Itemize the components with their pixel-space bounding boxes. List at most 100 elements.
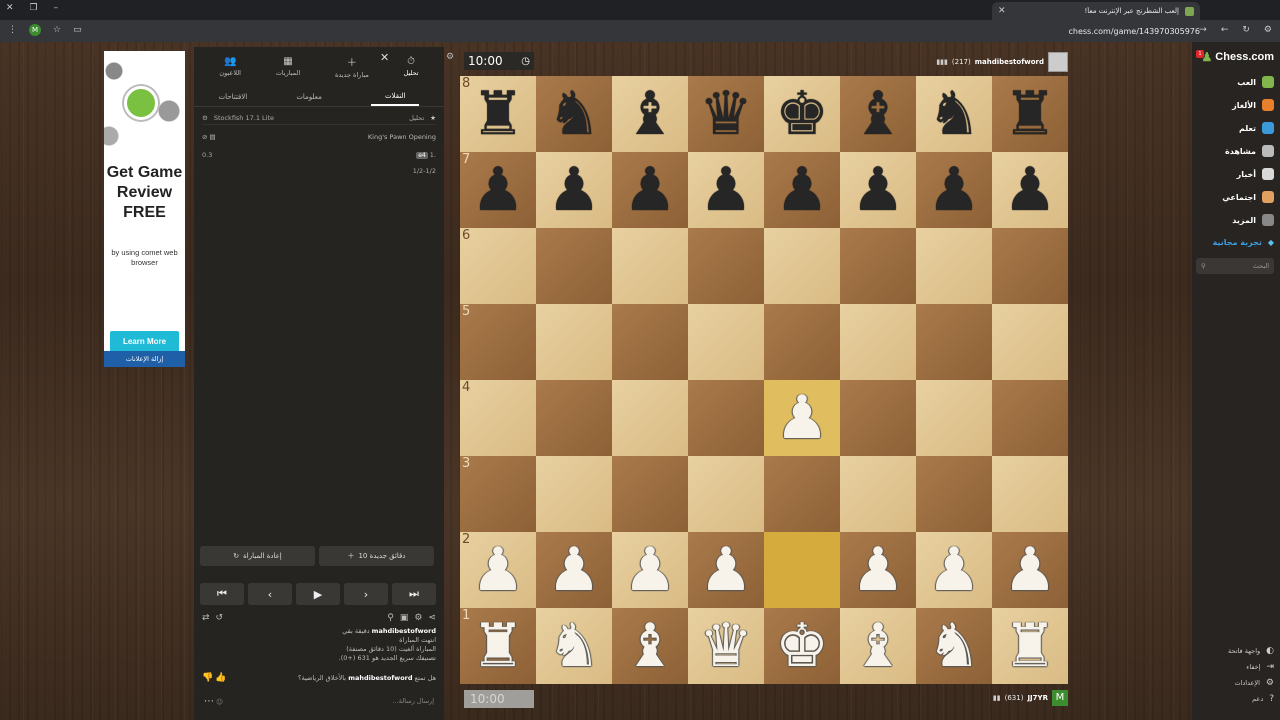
black-pawn[interactable]: ♟ [471, 160, 525, 220]
nav-item-watch[interactable]: مشاهدة [1225, 145, 1274, 157]
tab-games[interactable]: ▦ المباريات [276, 56, 301, 77]
white-knight[interactable]: ♞ [547, 616, 601, 676]
square-g6[interactable] [916, 228, 992, 304]
reload-icon[interactable]: ↻ [1242, 25, 1250, 35]
black-pawn[interactable]: ♟ [699, 160, 753, 220]
bookmark-star-icon[interactable]: ☆ [53, 25, 61, 35]
thumbs-down-icon[interactable]: 👎 [202, 673, 213, 683]
square-g5[interactable] [916, 304, 992, 380]
rematch-button[interactable]: ↻ إعادة المباراة [200, 546, 315, 566]
square-f5[interactable] [840, 304, 916, 380]
square-f4[interactable] [840, 380, 916, 456]
square-e7[interactable]: ♟ [764, 152, 840, 228]
square-c1[interactable]: ♝ [612, 608, 688, 684]
square-c7[interactable]: ♟ [612, 152, 688, 228]
square-g4[interactable] [916, 380, 992, 456]
flip-board-icon[interactable]: ⇄ [202, 613, 210, 623]
tab-players[interactable]: 👥 اللاعبون [219, 56, 241, 77]
nav-search-input[interactable]: البحث ⚲ [1196, 258, 1274, 274]
white-queen[interactable]: ♛ [699, 616, 753, 676]
black-knight[interactable]: ♞ [927, 84, 981, 144]
move-white[interactable]: e4 [416, 152, 428, 159]
white-pawn[interactable]: ♟ [1003, 540, 1057, 600]
tab-new-game[interactable]: ＋ مباراة جديدة [335, 54, 369, 79]
square-f1[interactable]: ♝ [840, 608, 916, 684]
black-pawn[interactable]: ♟ [775, 160, 829, 220]
learn-more-button[interactable]: Learn More [110, 331, 179, 353]
square-d3[interactable] [688, 456, 764, 532]
nav-item-news[interactable]: أخبار [1237, 168, 1274, 180]
new-game-button[interactable]: ＋ 10 دقائق جديدة [319, 546, 434, 566]
square-e5[interactable] [764, 304, 840, 380]
square-d5[interactable] [688, 304, 764, 380]
white-pawn[interactable]: ♟ [775, 388, 829, 448]
forward-icon[interactable]: → [1199, 25, 1207, 35]
square-a8[interactable]: 8 ♜ [460, 76, 536, 152]
white-pawn[interactable]: ♟ [927, 540, 981, 600]
square-e1[interactable]: ♚ [764, 608, 840, 684]
back-icon[interactable]: ← [1221, 25, 1229, 35]
tab-info[interactable]: معلومات [296, 93, 322, 101]
square-h3[interactable] [992, 456, 1068, 532]
black-rook[interactable]: ♜ [471, 84, 525, 144]
black-pawn[interactable]: ♟ [623, 160, 677, 220]
settings-icon[interactable]: ⚙ [414, 613, 422, 623]
previous-move-button[interactable]: ‹ [248, 583, 292, 605]
black-pawn[interactable]: ♟ [547, 160, 601, 220]
square-a2[interactable]: 2 ♟ [460, 532, 536, 608]
black-queen[interactable]: ♛ [699, 84, 753, 144]
white-pawn[interactable]: ♟ [623, 540, 677, 600]
square-a5[interactable]: 5 [460, 304, 536, 380]
square-b4[interactable] [536, 380, 612, 456]
square-f3[interactable] [840, 456, 916, 532]
square-b5[interactable] [536, 304, 612, 380]
site-info-icon[interactable]: ⚙ [1264, 25, 1272, 35]
square-b2[interactable]: ♟ [536, 532, 612, 608]
tab-moves[interactable]: النقلات [370, 88, 420, 106]
square-g3[interactable] [916, 456, 992, 532]
close-tab-icon[interactable]: ✕ [998, 6, 1006, 16]
emoji-icon[interactable]: ☺ [216, 698, 223, 706]
square-e3[interactable] [764, 456, 840, 532]
next-move-button[interactable]: › [344, 583, 388, 605]
square-c8[interactable]: ♝ [612, 76, 688, 152]
nav-item-play[interactable]: العب [1237, 76, 1274, 88]
opening-icons[interactable]: ⊘ ▤ [202, 133, 216, 141]
white-rook[interactable]: ♜ [1003, 616, 1057, 676]
share-icon[interactable]: ⋖ [428, 613, 436, 623]
square-h6[interactable] [992, 228, 1068, 304]
black-pawn[interactable]: ♟ [851, 160, 905, 220]
square-f8[interactable]: ♝ [840, 76, 916, 152]
white-pawn[interactable]: ♟ [471, 540, 525, 600]
top-player-name[interactable]: mahdibestofword [975, 58, 1044, 66]
bottom-player-name[interactable]: JJ7YR [1027, 694, 1048, 702]
remove-ads-link[interactable]: إزالة الإعلانات [104, 351, 185, 367]
settings-link[interactable]: الإعدادات ⚙ [1234, 678, 1274, 688]
bottom-player-avatar[interactable]: M [1052, 690, 1068, 706]
browser-tab[interactable]: إلعب الشطرنج عبر الإنترنت معاً! ✕ [992, 2, 1200, 20]
square-g2[interactable]: ♟ [916, 532, 992, 608]
square-c2[interactable]: ♟ [612, 532, 688, 608]
square-g8[interactable]: ♞ [916, 76, 992, 152]
free-trial-link[interactable]: تجربة مجانية ◆ [1213, 238, 1274, 247]
white-pawn[interactable]: ♟ [547, 540, 601, 600]
square-b1[interactable]: ♞ [536, 608, 612, 684]
support-link[interactable]: دعم? [1252, 694, 1274, 704]
square-d2[interactable]: ♟ [688, 532, 764, 608]
square-a7[interactable]: 7 ♟ [460, 152, 536, 228]
chess-logo[interactable]: ♟ Chess.com [1202, 50, 1274, 64]
square-h7[interactable]: ♟ [992, 152, 1068, 228]
collapse-toggle[interactable]: إخفاء ⇥ [1246, 662, 1274, 672]
square-d1[interactable]: ♛ [688, 608, 764, 684]
square-g7[interactable]: ♟ [916, 152, 992, 228]
profile-avatar[interactable]: M [29, 24, 41, 36]
white-knight[interactable]: ♞ [927, 616, 981, 676]
black-king[interactable]: ♚ [775, 84, 829, 144]
white-pawn[interactable]: ♟ [851, 540, 905, 600]
black-pawn[interactable]: ♟ [927, 160, 981, 220]
square-b8[interactable]: ♞ [536, 76, 612, 152]
image-icon[interactable]: ▣ [400, 613, 409, 623]
minimize-window-icon[interactable]: – [54, 3, 59, 13]
square-g1[interactable]: ♞ [916, 608, 992, 684]
first-move-button[interactable]: ⏮ [200, 583, 244, 605]
